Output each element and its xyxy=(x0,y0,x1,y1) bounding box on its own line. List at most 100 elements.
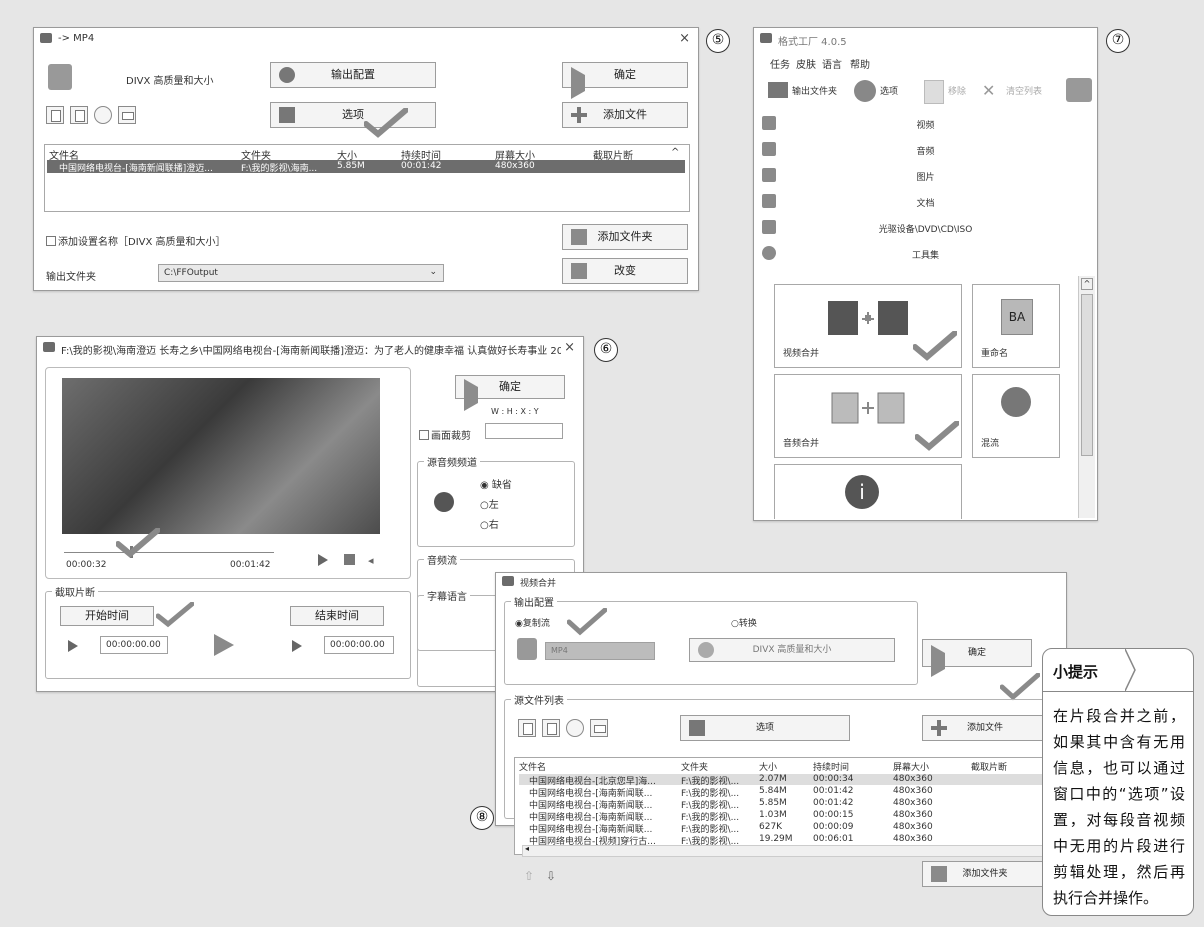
radio-default[interactable]: ◉ 缺省 xyxy=(480,476,512,491)
add-setting-name-checkbox[interactable]: 添加设置名称［DIVX 高质量和大小］ xyxy=(46,233,226,248)
menu-language[interactable]: 语言 xyxy=(822,56,842,71)
output-config-button[interactable]: 输出配置 xyxy=(270,62,436,88)
col-clip[interactable]: 截取片断 xyxy=(971,760,1007,773)
window-format-factory: 格式工厂 4.0.5 任务 皮肤 语言 帮助 输出文件夹 选项 移除 ✕ 清空列… xyxy=(753,27,1098,521)
remove-button[interactable]: 移除 xyxy=(924,80,974,104)
menu-help[interactable]: 帮助 xyxy=(850,56,870,71)
tile-mux[interactable]: 混流 xyxy=(972,374,1060,458)
tile-rename[interactable]: BA 重命名 xyxy=(972,284,1060,368)
options-button[interactable]: 选项 xyxy=(680,715,850,741)
menu-task[interactable]: 任务 xyxy=(770,56,790,71)
window-title: F:\我的影视\海南澄迈 长寿之乡\中国网络电视台-[海南新闻联播]澄迈：为了老… xyxy=(61,346,561,357)
play-start-icon[interactable] xyxy=(68,640,78,652)
check-mark-icon xyxy=(1000,673,1040,701)
crop-input[interactable] xyxy=(485,423,563,439)
move-down-icon[interactable]: ⇩ xyxy=(546,869,556,883)
end-time-input[interactable]: 00:00:00.00 xyxy=(324,636,394,654)
tile-media-info[interactable]: i xyxy=(774,464,962,519)
video-panel: 00:00:32 00:01:42 ◂ xyxy=(45,367,411,579)
radio-convert[interactable]: ○转换 xyxy=(731,616,757,629)
radio-right[interactable]: ○右 xyxy=(480,516,499,531)
col-folder[interactable]: 文件夹 xyxy=(681,760,708,773)
clear-list-button[interactable]: ✕ 清空列表 xyxy=(982,80,1058,102)
category-video[interactable]: 视频 xyxy=(758,114,1093,134)
remove-file-icon[interactable] xyxy=(542,719,560,737)
table-row[interactable]: 中国网络电视台-[海南新闻联... F:\我的影视\... 5.85M 00:0… xyxy=(519,798,1059,811)
scrollbar[interactable]: ^ xyxy=(1078,276,1095,518)
col-duration[interactable]: 持续时间 xyxy=(813,760,849,773)
volume-icon[interactable]: ◂ xyxy=(368,554,374,567)
output-folder-label: 输出文件夹 xyxy=(46,272,96,283)
end-time-button[interactable]: 结束时间 xyxy=(290,606,384,626)
play-icon[interactable] xyxy=(94,106,112,124)
horizontal-scrollbar[interactable]: ◂ xyxy=(522,844,1064,857)
col-screen[interactable]: 屏幕大小 xyxy=(893,760,929,773)
menu-skin[interactable]: 皮肤 xyxy=(796,56,816,71)
category-disc[interactable]: 光驱设备\DVD\CD\ISO xyxy=(758,218,1093,238)
title-bar: F:\我的影视\海南澄迈 长寿之乡\中国网络电视台-[海南新闻联播]澄迈：为了老… xyxy=(37,337,583,359)
seek-slider[interactable] xyxy=(64,552,274,553)
remove-file-icon[interactable] xyxy=(70,106,88,124)
category-audio[interactable]: 音频 xyxy=(758,140,1093,160)
start-time-input[interactable]: 00:00:00.00 xyxy=(100,636,168,654)
clear-icon: ✕ xyxy=(982,81,996,100)
output-folder-select[interactable]: C:\FFOutput ⌄ xyxy=(158,264,444,282)
add-file-icon[interactable] xyxy=(46,106,64,124)
check-mark-icon xyxy=(915,421,959,451)
col-size[interactable]: 大小 xyxy=(759,760,777,773)
format-select[interactable]: MP4 xyxy=(545,642,655,660)
start-time-button[interactable]: 开始时间 xyxy=(60,606,154,626)
crop-checkbox[interactable]: 画面裁剪 xyxy=(419,427,471,442)
clip-group: 截取片断 开始时间 结束时间 00:00:00.00 00:00:00.00 xyxy=(45,584,411,679)
play-end-icon[interactable] xyxy=(292,640,302,652)
callout-8: ⑧ xyxy=(470,806,494,830)
category-image[interactable]: 图片 xyxy=(758,166,1093,186)
table-row[interactable]: 中国网络电视台-[海南新闻联播]澄迈... F:\我的影视\海南... 5.85… xyxy=(47,160,685,174)
add-file-icon[interactable] xyxy=(518,719,536,737)
table-row[interactable]: 中国网络电视台-[海南新闻联... F:\我的影视\... 627K 00:00… xyxy=(519,822,1059,835)
add-file-button[interactable]: 添加文件 xyxy=(922,715,1048,741)
folder-icon xyxy=(768,82,788,98)
move-up-icon[interactable]: ⇧ xyxy=(524,869,534,883)
app-icon xyxy=(43,342,55,352)
tile-audio-merge[interactable]: 音频合并 xyxy=(774,374,962,458)
scroll-left-icon[interactable]: ◂ xyxy=(525,844,529,853)
scroll-up-icon[interactable]: ^ xyxy=(1081,278,1093,290)
change-button[interactable]: 改变 xyxy=(562,258,688,284)
radio-left[interactable]: ○左 xyxy=(480,496,499,511)
output-config-group: 输出配置 ◉复制流 ○转换 MP4 DIVX 高质量和大小 xyxy=(504,594,918,685)
radio-copy-stream[interactable]: ◉复制流 xyxy=(515,616,550,629)
add-file-button[interactable]: 添加文件 xyxy=(562,102,688,128)
output-folder-button[interactable]: 输出文件夹 xyxy=(768,80,848,102)
add-folder-button[interactable]: 添加文件夹 xyxy=(562,224,688,250)
chevron-right-icon xyxy=(1125,649,1136,691)
ok-button[interactable]: 确定 xyxy=(455,375,565,411)
stop-icon[interactable] xyxy=(344,554,355,565)
tile-video-merge[interactable]: 视频合并 xyxy=(774,284,962,368)
scroll-thumb[interactable] xyxy=(1081,294,1093,456)
toolbar-more-icon[interactable] xyxy=(1066,78,1092,102)
ok-button[interactable]: 确定 xyxy=(562,62,688,99)
media-info-icon[interactable] xyxy=(590,719,608,737)
play-icon[interactable] xyxy=(318,554,328,566)
current-time: 00:00:32 xyxy=(66,560,107,570)
category-document[interactable]: 文档 xyxy=(758,192,1093,212)
check-mark-icon xyxy=(116,528,160,558)
options-button[interactable]: 选项 xyxy=(854,80,910,102)
close-button[interactable]: × xyxy=(564,340,575,355)
category-tools[interactable]: 工具集 xyxy=(758,244,1093,264)
table-row[interactable]: 中国网络电视台-[海南新闻联... F:\我的影视\... 1.03M 00:0… xyxy=(519,810,1059,823)
ok-button[interactable]: 确定 xyxy=(922,639,1032,677)
profile-button[interactable]: DIVX 高质量和大小 xyxy=(689,638,895,662)
table-row[interactable]: 中国网络电视台-[视频]穿行古... F:\我的影视\... 19.29M 00… xyxy=(519,834,1059,847)
media-info-icon[interactable] xyxy=(118,106,136,124)
col-name[interactable]: 文件名 xyxy=(519,760,546,773)
close-button[interactable]: × xyxy=(679,31,690,46)
options-button[interactable]: 选项 xyxy=(270,102,436,128)
table-row[interactable]: 中国网络电视台-[海南新闻联... F:\我的影视\... 5.84M 00:0… xyxy=(519,786,1059,799)
play-icon[interactable] xyxy=(566,719,584,737)
table-row[interactable]: 中国网络电视台-[北京您早]海... F:\我的影视\... 2.07M 00:… xyxy=(519,774,1059,787)
add-folder-button[interactable]: 添加文件夹 xyxy=(922,861,1048,887)
tip-header: 小提示 xyxy=(1043,649,1193,692)
window-title: -> MP4 xyxy=(58,33,95,44)
